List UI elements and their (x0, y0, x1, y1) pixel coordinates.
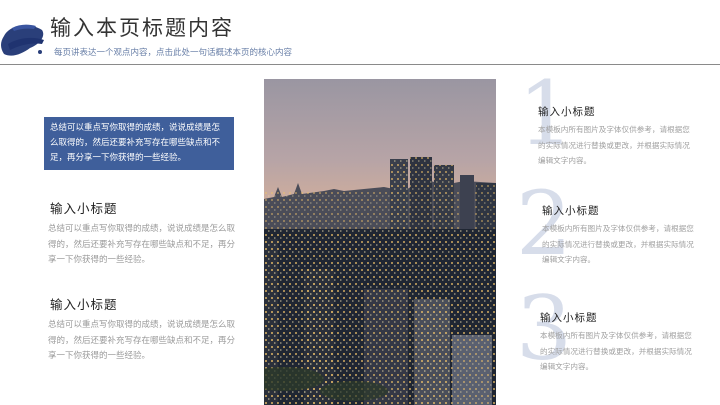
left-heading-1: 输入小标题 (50, 201, 118, 216)
right-heading-2: 输入小标题 (542, 205, 600, 217)
right-heading-3: 输入小标题 (540, 312, 598, 324)
header-divider (0, 64, 720, 65)
city-skyline-photo (264, 79, 496, 405)
highlight-text: 总结可以重点写你取得的成绩，说说成绩是怎么取得的，然后还要补充写存在哪些缺点和不… (50, 123, 221, 163)
right-body-2: 本模板内所有图片及字体仅供参考，请根据您的实际情况进行替换或更改，并根据实际情况… (542, 224, 694, 264)
page-title: 输入本页标题内容 (50, 16, 234, 40)
right-body-3: 本模板内所有图片及字体仅供参考，请根据您的实际情况进行替换或更改，并根据实际情况… (540, 331, 692, 371)
right-heading-1: 输入小标题 (538, 106, 596, 118)
ink-brush-stroke-icon (1, 24, 44, 56)
left-body-1: 总结可以重点写你取得的成绩，说说成绩是怎么取得的，然后还要补充写存在哪些缺点和不… (48, 224, 236, 265)
page-subtitle: 每页讲表达一个观点内容，点击此处一句话概述本页的核心内容 (54, 48, 293, 58)
left-body-2: 总结可以重点写你取得的成绩，说说成绩是怎么取得的，然后还要补充写存在哪些缺点和不… (48, 320, 236, 361)
highlight-box: 总结可以重点写你取得的成绩，说说成绩是怎么取得的，然后还要补充写存在哪些缺点和不… (44, 117, 234, 170)
right-body-1: 本模板内所有图片及字体仅供参考，请根据您的实际情况进行替换或更改，并根据实际情况… (538, 125, 690, 165)
left-heading-2: 输入小标题 (50, 297, 118, 312)
